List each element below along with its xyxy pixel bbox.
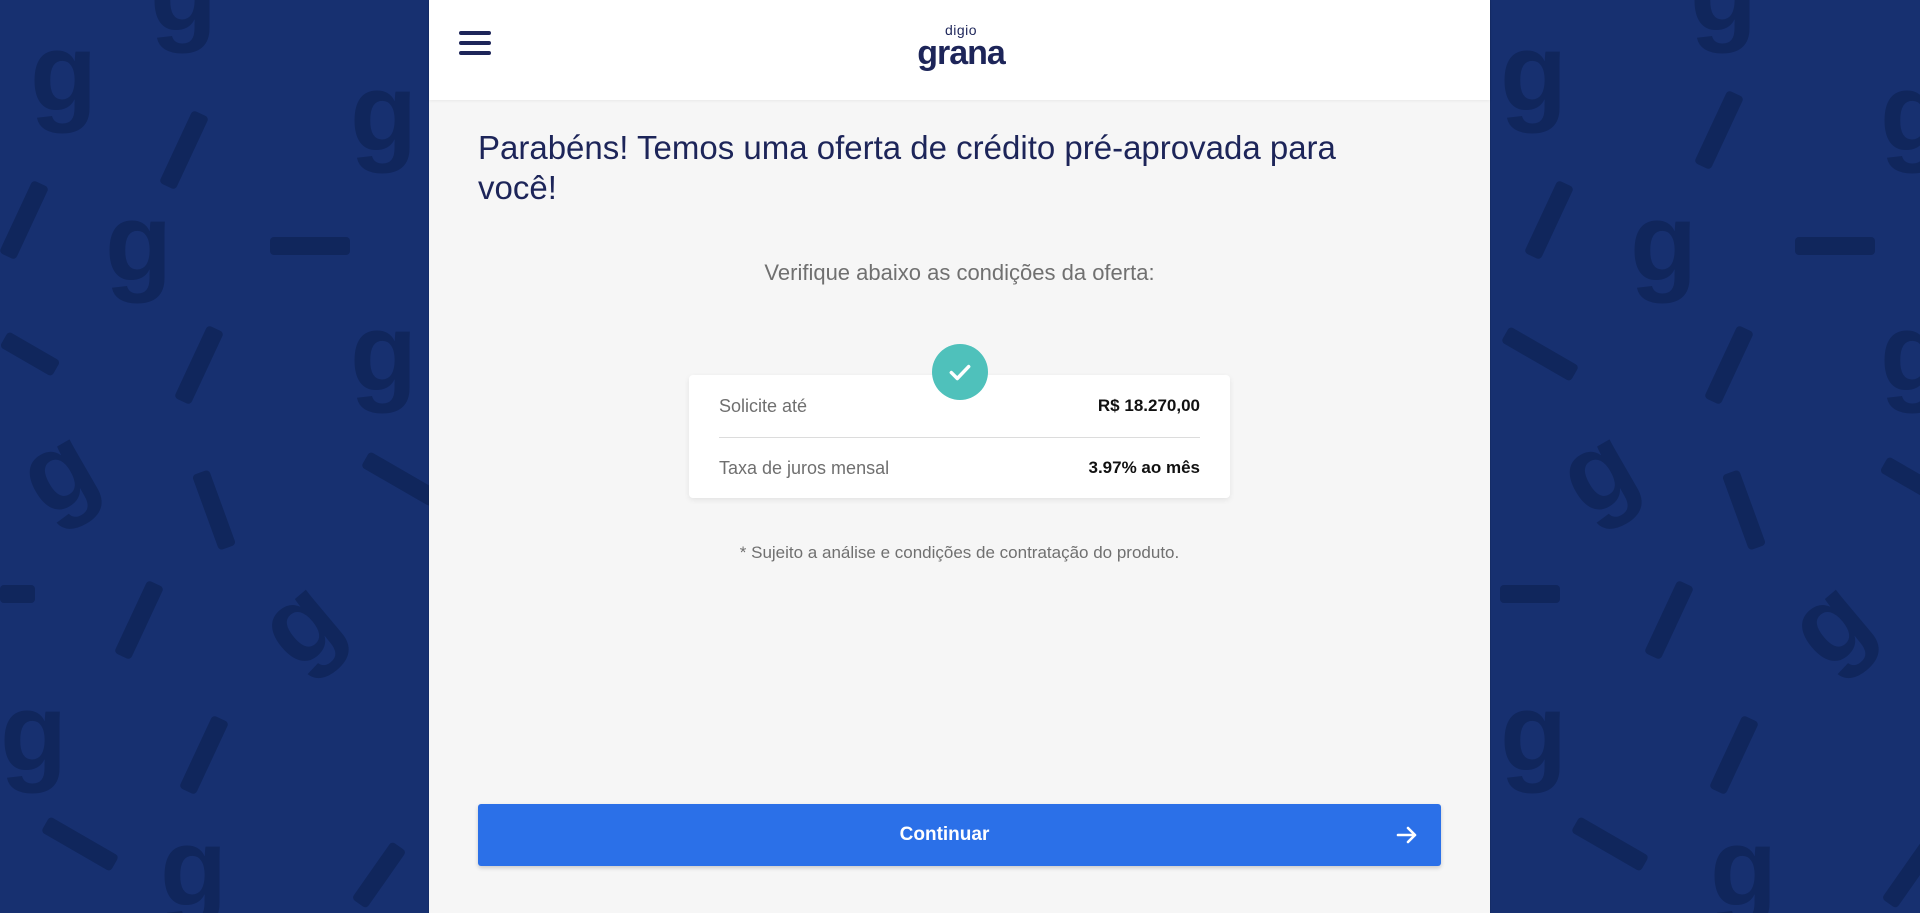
svg-text:g: g [350,51,417,174]
brand-logo[interactable]: digio grana [911,20,1011,76]
svg-text:g: g [234,554,365,691]
offer-interest-value: 3.97% ao mês [1088,458,1200,477]
page-title: Parabéns! Temos uma oferta de crédito pr… [478,129,1336,206]
svg-text:g: g [1537,400,1657,540]
svg-text:g: g [1500,11,1567,134]
svg-text:g: g [1710,806,1777,913]
svg-text:g: g [0,671,67,794]
app-header: digio grana [429,0,1490,100]
svg-text:g: g [30,11,97,134]
svg-text:g: g [1500,671,1567,794]
offer-disclaimer: * Sujeito a análise e condições de contr… [739,543,1180,562]
svg-text:g: g [350,291,417,414]
approved-badge [932,344,988,400]
offer-subtitle: Verifique abaixo as condições da oferta: [764,260,1155,285]
offer-interest-label: Taxa de juros mensal [719,457,890,478]
offer-amount-label: Solicite até [719,395,808,416]
svg-text:g: g [1764,554,1895,691]
offer-row-interest: Taxa de juros mensal 3.97% ao mês [719,437,1200,499]
arrow-right-icon [1396,826,1417,844]
check-icon [949,364,971,381]
continue-button[interactable]: Continuar [478,804,1441,866]
svg-text:g: g [1880,51,1920,174]
content-panel: digio grana Parabéns! Temos uma oferta d… [429,0,1490,913]
offer-amount-value: R$ 18.270,00 [1097,396,1200,415]
svg-text:g: g [160,806,227,913]
svg-text:g: g [105,181,172,304]
logo-grana-text: grana [917,34,1006,72]
svg-text:g: g [1630,181,1697,304]
svg-text:g: g [0,400,117,540]
svg-text:g: g [1690,0,1757,54]
hamburger-menu-button[interactable] [459,27,493,59]
svg-text:g: g [1880,291,1920,414]
continue-button-label: Continuar [899,824,990,845]
svg-text:g: g [150,0,217,54]
